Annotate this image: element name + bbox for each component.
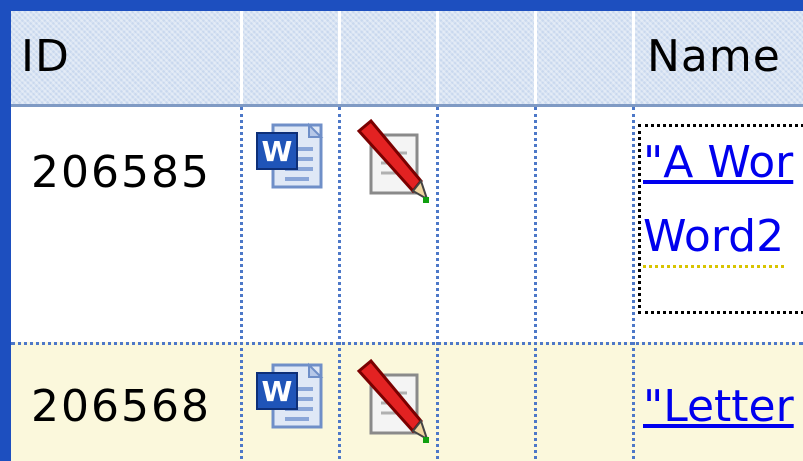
column-header-id-label: ID [21,31,70,82]
word-document-icon[interactable]: W [251,359,331,445]
column-header-5[interactable] [537,11,635,104]
word-document-icon[interactable]: W [251,119,331,205]
column-header-4[interactable] [439,11,537,104]
edit-pencil-icon[interactable] [349,357,437,447]
svg-text:W: W [262,375,293,408]
documents-table: ID Name 206585 W "A Wor Word2 206568 W "… [11,11,803,461]
grid-line [632,107,635,461]
document-name-link[interactable]: "Letter [643,379,794,435]
column-header-edit[interactable] [341,11,439,104]
column-header-doc[interactable] [243,11,341,104]
grid-line [534,107,537,461]
svg-text:W: W [262,135,293,168]
column-header-name-label: Name [647,31,781,82]
column-header-id[interactable]: ID [11,11,243,104]
document-name-link-continued[interactable]: Word2 [643,209,785,268]
grid-line [240,107,243,461]
table-header: ID Name [11,11,803,107]
edit-pencil-icon[interactable] [349,117,437,207]
grid-line [338,107,341,461]
row-id: 206568 [31,381,211,432]
document-name-link[interactable]: "A Wor [643,135,793,191]
column-header-name[interactable]: Name [635,11,803,104]
row-id: 206585 [31,147,211,198]
